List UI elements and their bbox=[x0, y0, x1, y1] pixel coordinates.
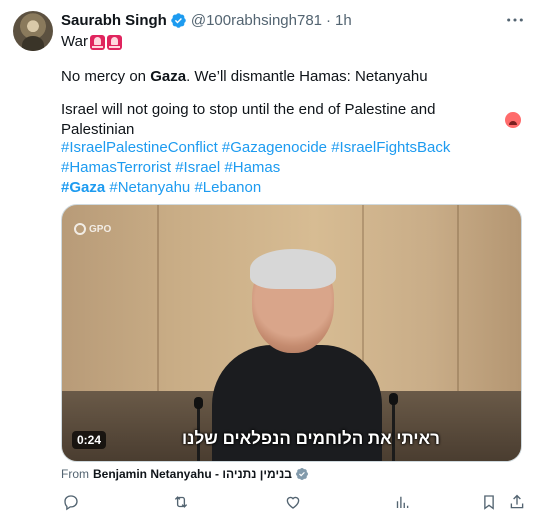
hashtag-link[interactable]: #Lebanon bbox=[194, 179, 261, 196]
gpo-watermark: GPO bbox=[74, 223, 111, 235]
hashtag-link[interactable]: #IsraelFightsBack bbox=[331, 139, 450, 156]
hashtag-row: #IsraelPalestineConflict #Gazagenocide #… bbox=[61, 138, 521, 158]
verified-badge-icon bbox=[295, 467, 309, 481]
hashtag-link[interactable]: #Netanyahu bbox=[109, 179, 190, 196]
reply-icon[interactable] bbox=[61, 492, 81, 512]
post-line-1: War bbox=[61, 32, 521, 52]
bookmark-icon[interactable] bbox=[479, 492, 499, 512]
hashtag-link[interactable]: #Gaza bbox=[61, 179, 105, 196]
gpo-watermark-text: GPO bbox=[89, 223, 112, 235]
siren-icon bbox=[89, 34, 105, 50]
like-icon[interactable] bbox=[283, 492, 303, 512]
separator-dot: · bbox=[326, 11, 332, 29]
tweet-header: Saurabh Singh @100rabhsingh781 · 1h bbox=[61, 10, 352, 30]
post-line-2: No mercy on Gaza. We’ll dismantle Hamas:… bbox=[61, 67, 521, 87]
source-label: From bbox=[61, 467, 89, 481]
share-icon[interactable] bbox=[507, 492, 527, 512]
video-subtitle: ראיתי את הלוחמים הנפלאים שלנו bbox=[182, 429, 440, 448]
gpo-logo-icon bbox=[74, 223, 86, 235]
hashtag-link[interactable]: #Gazagenocide bbox=[222, 139, 327, 156]
post-text-bold: Gaza bbox=[150, 68, 187, 85]
avatar[interactable] bbox=[13, 11, 53, 51]
screaming-face-icon bbox=[505, 112, 521, 128]
more-icon[interactable] bbox=[505, 11, 525, 29]
video-player[interactable]: GPO ראיתי את הלוחמים הנפלאים שלנו 0:24 bbox=[61, 204, 522, 462]
timestamp[interactable]: 1h bbox=[335, 12, 352, 29]
hashtag-link[interactable]: #IsraelPalestineConflict bbox=[61, 139, 218, 156]
verified-badge-icon bbox=[170, 12, 187, 29]
tweet[interactable]: Saurabh Singh @100rabhsingh781 · 1h War … bbox=[0, 0, 537, 523]
speaker-hair bbox=[250, 249, 336, 289]
post-line-3: Israel will not going to stop until the … bbox=[61, 100, 521, 140]
hashtags: #IsraelPalestineConflict #Gazagenocide #… bbox=[61, 138, 521, 198]
source-attribution[interactable]: From Benjamin Netanyahu - בנימין נתניהו bbox=[61, 465, 309, 483]
display-name[interactable]: Saurabh Singh bbox=[61, 12, 167, 29]
post-text-prefix: No mercy on bbox=[61, 68, 151, 85]
handle[interactable]: @100rabhsingh781 bbox=[191, 12, 322, 29]
repost-icon[interactable] bbox=[171, 492, 191, 512]
video-duration: 0:24 bbox=[72, 431, 107, 449]
hashtag-link[interactable]: #Hamas bbox=[224, 159, 280, 176]
siren-icon bbox=[106, 34, 122, 50]
hashtag-link[interactable]: #HamasTerrorist bbox=[61, 159, 171, 176]
hashtag-link[interactable]: #Israel bbox=[175, 159, 220, 176]
post-text-statement: Israel will not going to stop until the … bbox=[61, 101, 436, 138]
post-text-suffix: . We’ll dismantle Hamas: Netanyahu bbox=[186, 68, 428, 85]
views-icon[interactable] bbox=[392, 492, 412, 512]
hashtag-row: #HamasTerrorist #Israel #Hamas bbox=[61, 158, 521, 178]
action-bar bbox=[61, 492, 531, 512]
hashtag-row: #Gaza #Netanyahu #Lebanon bbox=[61, 178, 521, 198]
source-name[interactable]: Benjamin Netanyahu - בנימין נתניהו bbox=[93, 467, 292, 481]
post-text-war: War bbox=[61, 33, 88, 50]
